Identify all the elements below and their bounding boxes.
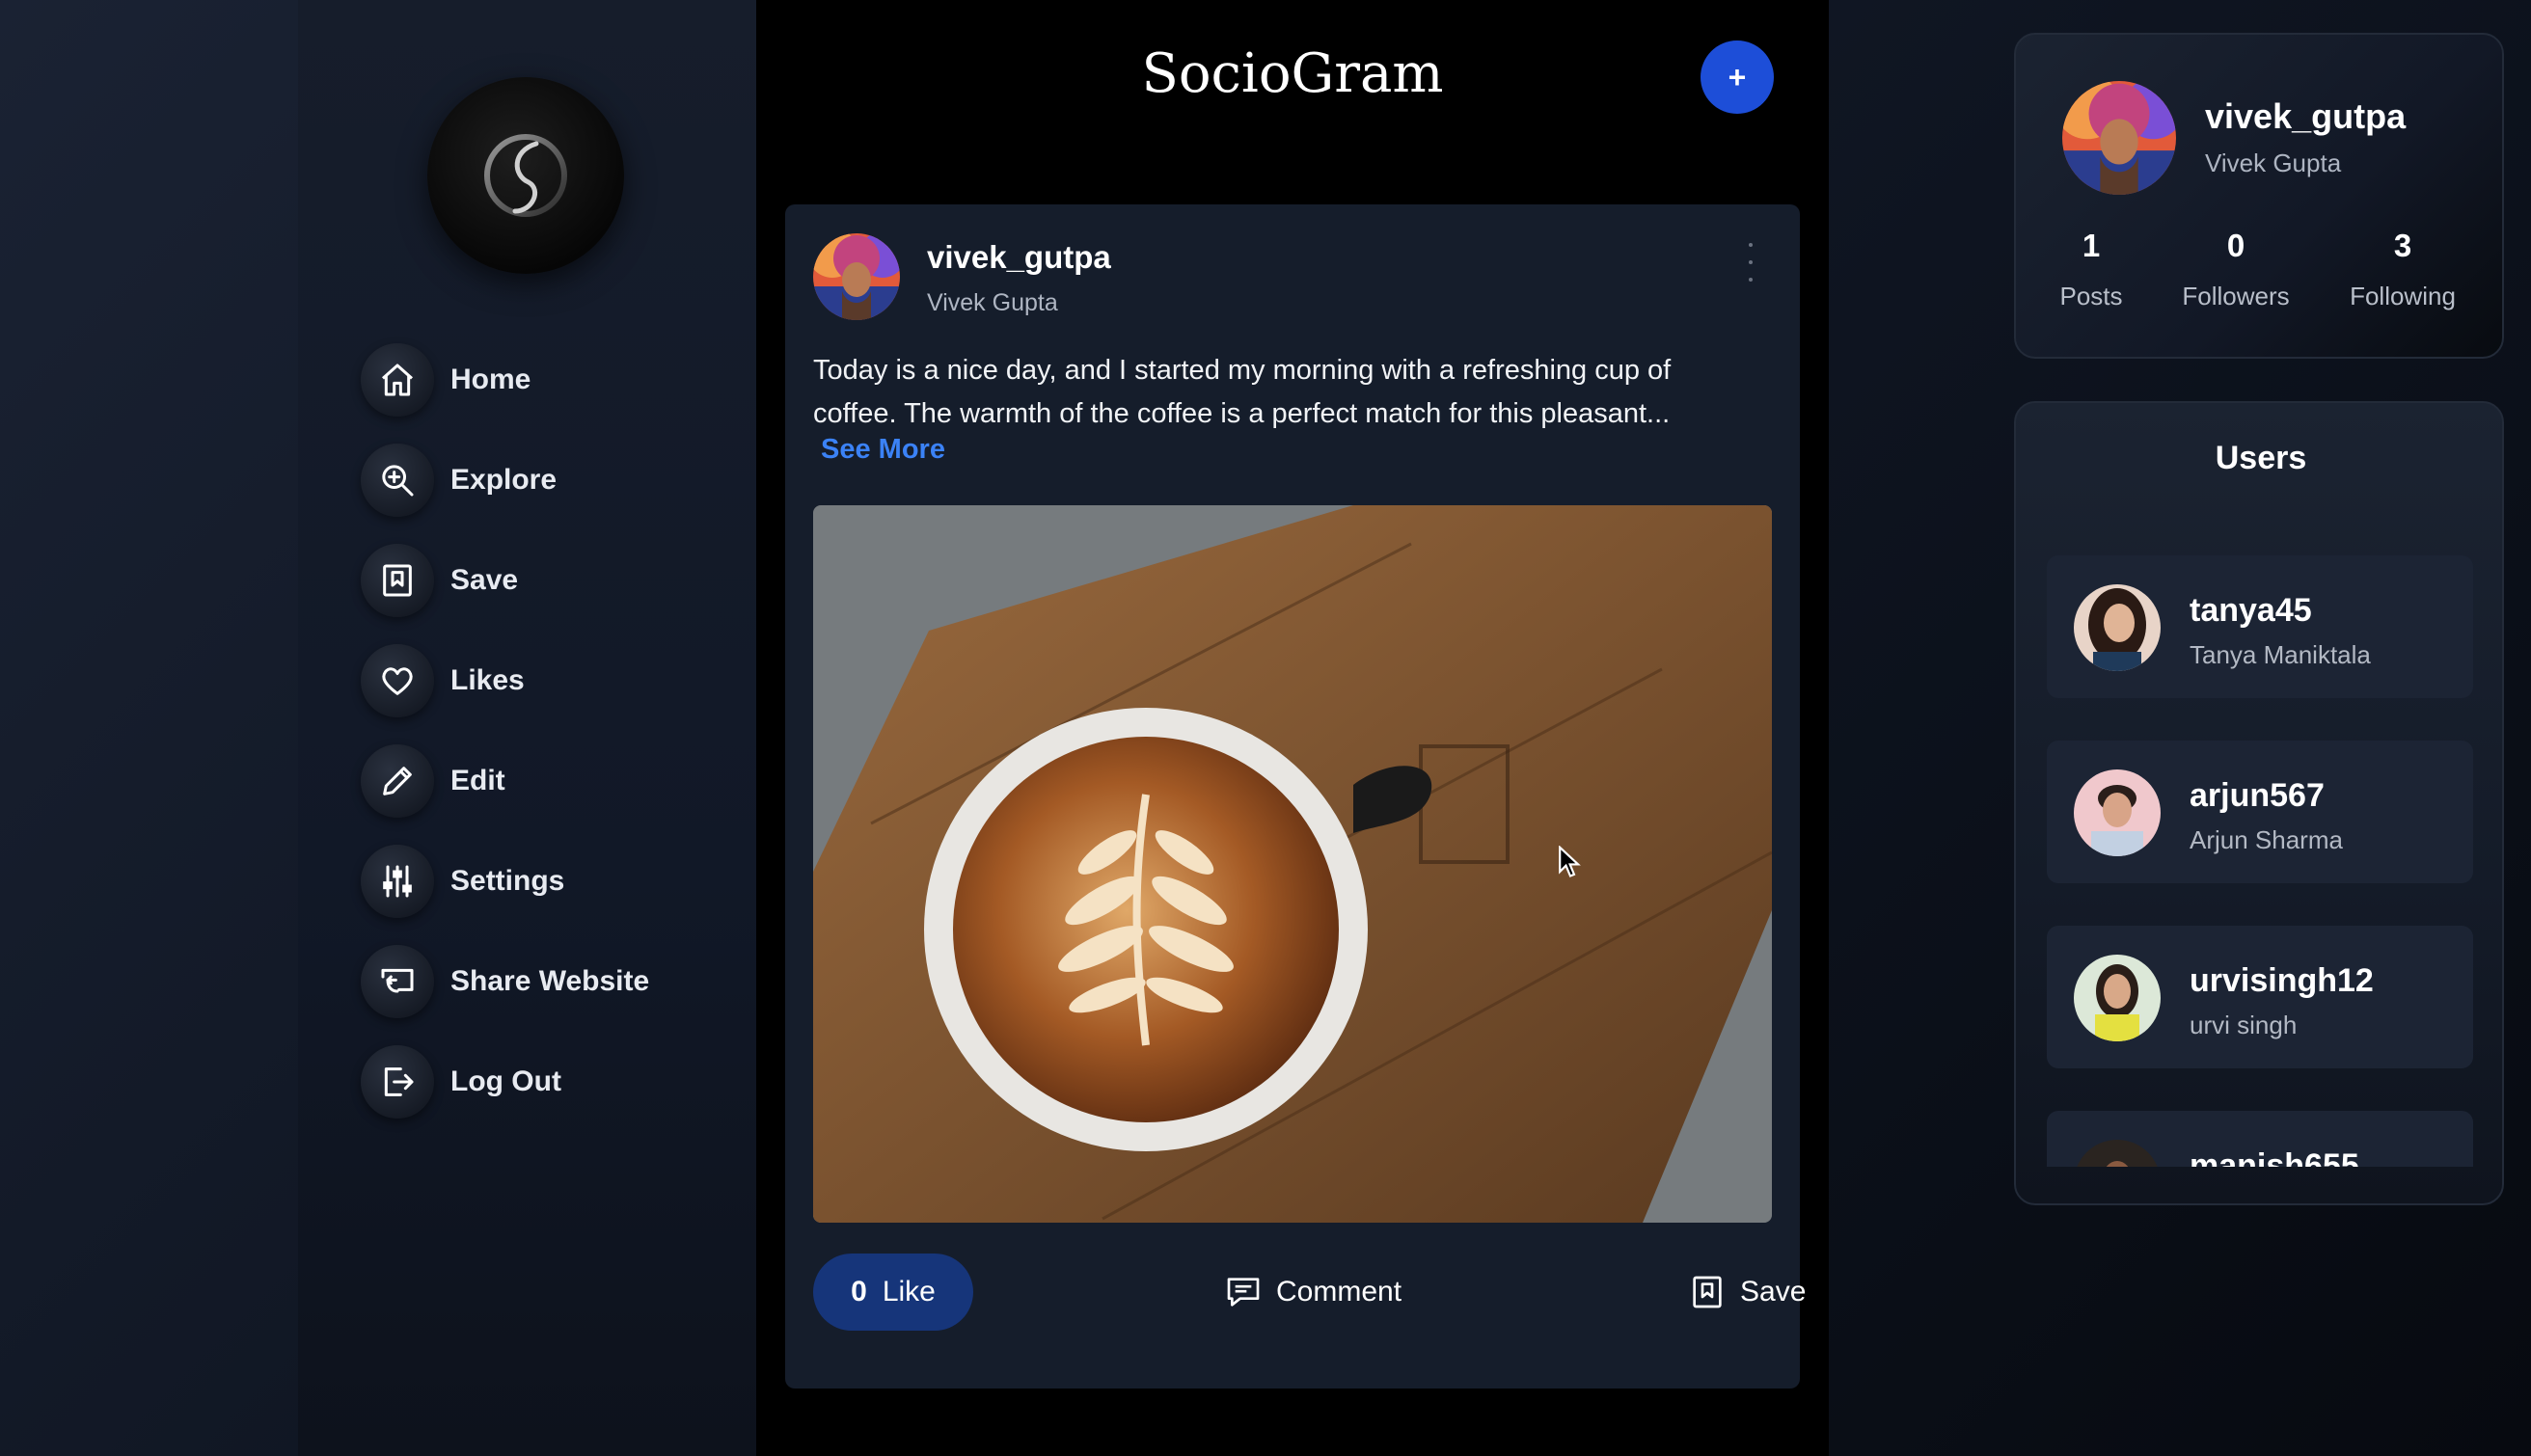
save-label: Save [1740,1276,1807,1308]
more-options-icon[interactable] [1744,243,1757,282]
sidebar-item-logout[interactable]: Log Out [361,1045,649,1119]
users-list[interactable]: tanya45 Tanya Maniktala arjun567 Arjun S… [2047,555,2473,1167]
like-label: Like [882,1276,936,1308]
post-card: vivek_gutpa Vivek Gupta Today is a nice … [785,204,1806,1389]
sidebar-item-label: Likes [450,664,525,696]
heart-icon [361,644,434,717]
users-title: Users [2215,440,2307,476]
sidebar-item-share-website[interactable]: Share Website [361,945,649,1018]
stat-followers[interactable]: 0 Followers [2149,228,2323,311]
sidebar-item-explore[interactable]: Explore [361,444,649,517]
user-fullname: Tanya Maniktala [2190,640,2371,669]
profile-fullname: Vivek Gupta [2205,148,2342,177]
logo-mark-icon [484,134,567,217]
stat-value: 3 [2393,228,2412,263]
sidebar: Home Explore Save Likes Edit Settings Sh… [298,0,756,1456]
profile-username: vivek_gutpa [2205,96,2407,136]
sidebar-item-label: Explore [450,464,558,496]
list-item[interactable]: urvisingh12 urvi singh [2047,926,2473,1068]
avatar [2074,955,2161,1041]
logout-icon [361,1045,434,1119]
post-author: vivek_gutpa Vivek Gupta [927,239,1111,317]
avatar [2074,769,2161,856]
post-caption-line: Today is a nice day, and I started my mo… [813,355,1672,386]
user-fullname: Arjun Sharma [2190,825,2343,854]
like-button[interactable]: 0 Like [813,1254,973,1331]
avatar[interactable] [2062,81,2176,195]
user-username: manish655 [2190,1147,2359,1167]
sidebar-item-label: Edit [450,765,505,796]
like-count: 0 [851,1276,867,1308]
sidebar-item-label: Save [450,564,519,596]
bookmark-icon [361,544,434,617]
post-caption: Today is a nice day, and I started my mo… [813,349,1778,436]
sidebar-item-settings[interactable]: Settings [361,845,649,918]
stat-value: 0 [2226,228,2245,263]
users-panel: Users tanya45 Tanya Maniktala arjun567 A… [2014,401,2504,1205]
user-username: urvisingh12 [2190,962,2374,999]
share-icon [361,945,434,1018]
comment-label: Comment [1276,1276,1402,1308]
save-post-button[interactable]: Save [1688,1265,1806,1319]
sidebar-item-edit[interactable]: Edit [361,744,649,818]
list-item[interactable]: arjun567 Arjun Sharma [2047,741,2473,883]
feed-column: SocioGram + vivek_gutpa Vivek Gupta Toda… [756,0,1829,1456]
sidebar-item-label: Settings [450,865,565,897]
post-fullname: Vivek Gupta [927,289,1058,316]
post-image[interactable] [813,505,1772,1223]
stat-label: Following [2350,282,2456,310]
sidebar-item-home[interactable]: Home [361,343,649,417]
post-username[interactable]: vivek_gutpa [927,239,1111,276]
list-item[interactable]: manish655 [2047,1111,2473,1167]
user-username: arjun567 [2190,777,2325,814]
sidebar-item-label: Home [450,364,531,395]
sidebar-item-save[interactable]: Save [361,544,649,617]
home-icon [361,343,434,417]
sidebar-item-label: Log Out [450,1065,561,1097]
avatar [2074,1140,2161,1167]
zoom-in-icon [361,444,434,517]
list-item[interactable]: tanya45 Tanya Maniktala [2047,555,2473,698]
avatar[interactable] [813,233,900,320]
app-title: SocioGram [1141,42,1444,105]
sidebar-item-label: Share Website [450,965,650,997]
stat-following[interactable]: 3 Following [2316,228,2490,311]
user-username: tanya45 [2190,592,2312,629]
see-more-link[interactable]: See More [821,434,945,466]
comment-icon [1227,1278,1260,1307]
user-fullname: urvi singh [2190,1011,2298,1039]
stat-label: Followers [2182,282,2290,310]
comment-button[interactable]: Comment [1224,1265,1402,1319]
profile-card: vivek_gutpa Vivek Gupta 1 Posts 0 Follow… [2014,33,2504,359]
app-logo[interactable] [427,77,624,274]
pencil-icon [361,744,434,818]
bookmark-icon [1693,1276,1722,1308]
mouse-cursor-icon [1559,846,1581,877]
sidebar-item-likes[interactable]: Likes [361,644,649,717]
sliders-icon [361,845,434,918]
post-caption-line: coffee. The warmth of the coffee is a pe… [813,398,1671,429]
add-post-button[interactable]: + [1701,40,1774,114]
sidebar-nav: Home Explore Save Likes Edit Settings Sh… [361,343,649,1146]
avatar [2074,584,2161,671]
